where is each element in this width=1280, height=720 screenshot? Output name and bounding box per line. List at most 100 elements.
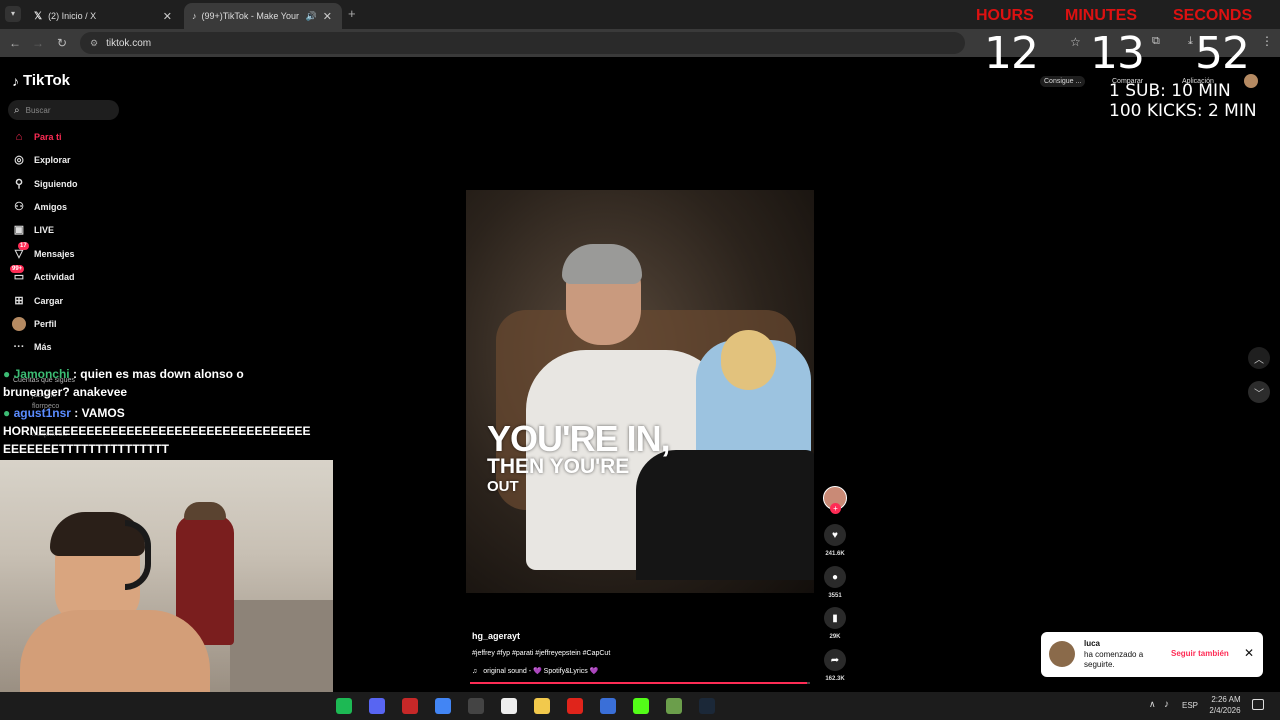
notification-message-1: ha comenzado a	[1084, 650, 1144, 659]
windows-taskbar: ∧ ♪ ESP 2:26 AM 2/4/2026	[0, 692, 1280, 720]
kick-icon[interactable]	[633, 698, 649, 714]
following-icon: ⚲	[14, 178, 24, 190]
new-tab-button[interactable]: +	[348, 6, 356, 21]
sidebar-item-mensajes[interactable]: ▽ 17 Mensajes	[12, 242, 75, 263]
save-button[interactable]: ▮	[824, 607, 846, 629]
chat-message: EEEEEEETTTTTTTTTTTTTTT	[3, 440, 169, 458]
video-overlay-line2: THEN YOU'RE	[487, 455, 630, 478]
video-hashtags[interactable]: #jeffrey #fyp #parati #jeffreyepstein #C…	[472, 650, 610, 657]
clock-time[interactable]: 2:26 AM	[1208, 695, 1244, 704]
sidebar-item-label: Más	[34, 342, 52, 352]
share-button[interactable]: ➦	[824, 649, 846, 671]
tab-title: (2) Inicio / X	[48, 11, 97, 21]
notification-center-icon[interactable]	[1252, 699, 1264, 710]
video-child-head	[721, 330, 776, 390]
video-author[interactable]: hg_agerayt	[472, 631, 520, 641]
sidebar-item-para-ti[interactable]: ⌂ Para ti	[12, 128, 62, 146]
sound-label: original sound - 💜 Spotify&Lyrics 💜	[483, 668, 599, 675]
back-arrow-icon[interactable]: ←	[7, 35, 23, 51]
heart-icon: ♥	[832, 529, 838, 541]
chat-badge-icon: ●	[3, 406, 11, 420]
opera-icon[interactable]	[567, 698, 583, 714]
live-icon: ▣	[13, 224, 25, 236]
steam-icon[interactable]	[699, 698, 715, 714]
sidebar-item-label: Explorar	[34, 155, 71, 165]
sidebar-item-actividad[interactable]: ▭ 99+ Actividad	[10, 265, 75, 286]
tiktok-icon: ♪	[192, 11, 197, 21]
share-icon: ➦	[830, 654, 840, 666]
seconds-label: SECONDS	[1173, 7, 1253, 24]
notification-message-2: seguirte.	[1084, 660, 1115, 669]
minutes-label: MINUTES	[1065, 7, 1137, 24]
close-icon[interactable]: ✕	[163, 10, 172, 23]
logo-text: TikTok	[23, 72, 70, 89]
video-player[interactable]: YOU'RE IN, THEN YOU'RE OUT	[466, 190, 814, 593]
follow-plus-icon[interactable]: +	[830, 503, 841, 514]
voicemeeter-icon[interactable]	[402, 698, 418, 714]
follow-back-button[interactable]: Seguir también	[1171, 649, 1229, 658]
messages-icon: ▽ 17	[14, 242, 29, 260]
webcam-shelf	[230, 600, 333, 692]
tiktok-logo[interactable]: ♪ TikTok	[12, 72, 70, 89]
sidebar-item-perfil[interactable]: Perfil	[12, 315, 57, 333]
friends-icon: ⚇	[14, 201, 24, 213]
forward-arrow-icon[interactable]: →	[30, 35, 46, 51]
sidebar-item-amigos[interactable]: ⚇ Amigos	[12, 198, 67, 216]
more-icon: ···	[13, 341, 25, 353]
chat-username: agust1nsr	[13, 406, 71, 420]
app-icon[interactable]	[600, 698, 616, 714]
webcam-person-body	[20, 610, 210, 692]
discord-icon[interactable]	[369, 698, 385, 714]
url-input[interactable]: ⚙ tiktok.com	[80, 32, 965, 54]
video-person-hair	[562, 244, 642, 284]
video-progress-track[interactable]	[470, 682, 810, 684]
webcam-feed	[0, 460, 333, 692]
capcut-icon[interactable]	[501, 698, 517, 714]
share-count: 162.3K	[825, 676, 845, 682]
tab-search-button[interactable]: ▾	[5, 6, 21, 22]
tab-tiktok[interactable]: ♪ (99+)TikTok - Make Your Da 🔊 ✕	[184, 3, 342, 29]
upload-icon: ⊞	[14, 295, 24, 307]
tab-title: (99+)TikTok - Make Your Da	[201, 11, 302, 21]
sidebar-item-siguiendo[interactable]: ⚲ Siguiendo	[12, 175, 78, 193]
speaker-icon[interactable]: ♪	[1164, 699, 1169, 710]
avatar	[1049, 641, 1075, 667]
close-icon[interactable]: ✕	[1244, 646, 1254, 660]
save-count: 29K	[829, 634, 841, 640]
minecraft-icon[interactable]	[666, 698, 682, 714]
comment-button[interactable]: ●	[824, 566, 846, 588]
like-button[interactable]: ♥	[824, 524, 846, 546]
search-input[interactable]: ⌕ Buscar	[8, 100, 119, 120]
speaker-icon[interactable]: 🔊	[306, 11, 317, 22]
sidebar-item-label: Amigos	[34, 202, 68, 212]
scroll-up-button[interactable]: ︿	[1248, 347, 1270, 369]
chevron-up-icon: ︿	[1254, 354, 1264, 366]
screen: ▾ 𝕏 (2) Inicio / X ✕ ♪ (99+)TikTok - Mak…	[0, 0, 1280, 720]
sidebar-item-explorar[interactable]: ◎ Explorar	[12, 151, 71, 169]
chrome-icon[interactable]	[435, 698, 451, 714]
notification-user: luca	[1084, 639, 1101, 648]
close-icon[interactable]: ✕	[323, 10, 332, 23]
clock-date[interactable]: 2/4/2026	[1204, 706, 1246, 715]
scroll-down-button[interactable]: ﹀	[1248, 381, 1270, 403]
obs-icon[interactable]	[468, 698, 484, 714]
file-explorer-icon[interactable]	[534, 698, 550, 714]
site-info-icon[interactable]: ⚙	[90, 38, 98, 49]
sidebar-item-live[interactable]: ▣ LIVE	[12, 221, 54, 239]
reload-icon[interactable]: ↻	[54, 35, 70, 51]
tab-x[interactable]: 𝕏 (2) Inicio / X ✕	[26, 3, 180, 29]
chevron-up-icon[interactable]: ∧	[1149, 699, 1156, 710]
sidebar-item-label: Siguiendo	[34, 179, 78, 189]
url-text: tiktok.com	[106, 37, 152, 49]
tiktok-icon: ♪	[12, 72, 19, 89]
sidebar-item-cargar[interactable]: ⊞ Cargar	[12, 292, 63, 310]
language-indicator[interactable]: ESP	[1182, 701, 1198, 710]
avatar-icon	[12, 317, 26, 331]
chat-text: : quien es mas down alonso o	[72, 367, 244, 381]
spotify-icon[interactable]	[336, 698, 352, 714]
sidebar-item-mas[interactable]: ··· Más	[12, 338, 52, 356]
video-sound[interactable]: ♫ original sound - 💜 Spotify&Lyrics 💜	[472, 667, 598, 675]
subathon-timer: HOURS MINUTES SECONDS 12 13 52 1 SUB: 10…	[970, 0, 1280, 121]
chevron-down-icon: ﹀	[1254, 388, 1264, 400]
x-logo-icon: 𝕏	[34, 10, 43, 22]
